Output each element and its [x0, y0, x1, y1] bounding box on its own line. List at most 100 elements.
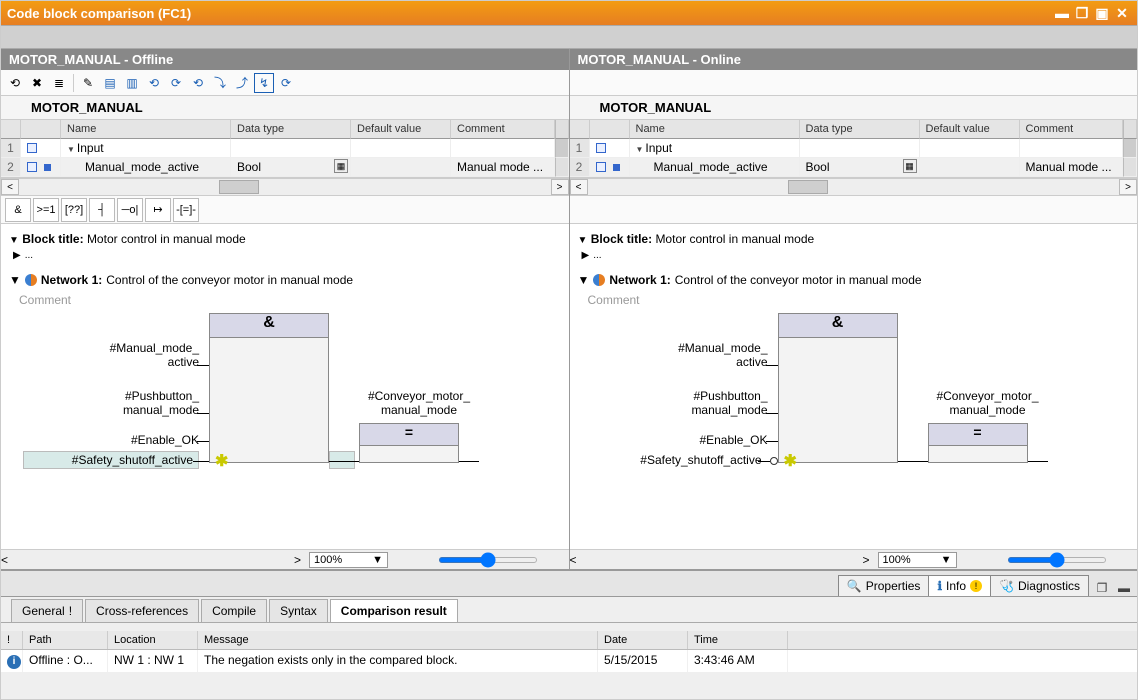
tb-btn-6[interactable]: ▥	[122, 73, 142, 93]
tb-btn-9[interactable]: ⟲	[188, 73, 208, 93]
split-view: MOTOR_MANUAL - Offline ⟲ ✖ ≣ ✎ ▤ ▥ ⟲ ⟳ ⟲…	[1, 49, 1137, 569]
col-location[interactable]: Location	[108, 631, 198, 649]
param-row-input-r[interactable]: 1 Input	[570, 139, 1138, 158]
col-type[interactable]: Data type	[231, 120, 351, 139]
tb-btn-1[interactable]: ⟲	[5, 73, 25, 93]
tb-btn-4[interactable]: ✎	[78, 73, 98, 93]
toolbar-strip	[1, 25, 1137, 49]
sub-tabs: General! Cross-references Compile Syntax…	[1, 597, 1137, 623]
tab-diagnostics[interactable]: 🩺Diagnostics	[990, 575, 1089, 596]
io-icon	[596, 162, 606, 172]
tb-btn-12[interactable]: ↯	[254, 73, 274, 93]
and-gate[interactable]: &	[778, 313, 898, 463]
right-diagram: & = #Manual_mode_ active #Pushbutton_ ma…	[578, 313, 1130, 493]
warn-badge-icon: !	[970, 580, 982, 592]
assign-block[interactable]: =	[359, 423, 459, 463]
diff-indicator-icon	[593, 274, 605, 286]
right-pane: MOTOR_MANUAL - Online MOTOR_MANUAL Name …	[570, 49, 1138, 569]
tb-btn-13[interactable]: ⟳	[276, 73, 296, 93]
and-gate[interactable]: &	[209, 313, 329, 463]
right-zoom-bar: <> 100%▼	[570, 549, 1138, 569]
subtab-syntax[interactable]: Syntax	[269, 599, 328, 622]
left-zoom-bar: <> 100%▼	[1, 549, 569, 569]
left-toolbar: ⟲ ✖ ≣ ✎ ▤ ▥ ⟲ ⟳ ⟲ ⤵ ⤴ ↯ ⟳	[1, 70, 569, 96]
diff-indicator-icon	[25, 274, 37, 286]
type-picker-button[interactable]: ▦	[903, 159, 917, 173]
tb-btn-2[interactable]: ✖	[27, 73, 47, 93]
subtab-general[interactable]: General!	[11, 599, 83, 622]
negation-icon	[770, 457, 778, 465]
expand-dots[interactable]: ▶...	[9, 248, 561, 263]
right-toolbar	[570, 70, 1138, 96]
lt-and[interactable]: &	[5, 198, 31, 222]
right-param-table: Name Data type Default value Comment 1 I…	[570, 120, 1138, 178]
col-date[interactable]: Date	[598, 631, 688, 649]
tb-btn-8[interactable]: ⟳	[166, 73, 186, 93]
type-picker-button[interactable]: ▦	[334, 159, 348, 173]
col-default[interactable]: Default value	[351, 120, 451, 139]
panel-restore-button[interactable]: ❐	[1093, 580, 1111, 596]
lt-or[interactable]: >=1	[33, 198, 59, 222]
io-sub-icon	[613, 164, 620, 171]
param-row-manual[interactable]: 2 Manual_mode_active Bool▦ Manual mode .…	[1, 158, 569, 177]
tab-properties[interactable]: 🔍Properties	[838, 575, 930, 596]
io-sub-icon	[44, 164, 51, 171]
left-canvas-hscroll[interactable]: <>	[1, 553, 301, 567]
right-canvas[interactable]: ▼ Block title: Motor control in manual m…	[570, 224, 1138, 549]
zoom-slider[interactable]	[438, 557, 538, 563]
col-message[interactable]: Message	[198, 631, 598, 649]
comment-field[interactable]: Comment	[9, 291, 561, 309]
lt-empty[interactable]: [??]	[61, 198, 87, 222]
io-icon	[27, 162, 37, 172]
assign-block[interactable]: =	[928, 423, 1028, 463]
minimize-button[interactable]: ▬	[1053, 5, 1071, 21]
left-param-table: Name Data type Default value Comment 1 I…	[1, 120, 569, 178]
info-icon: i	[7, 655, 21, 669]
expand-dots[interactable]: ▶...	[578, 248, 1130, 263]
comment-field[interactable]: Comment	[578, 291, 1130, 309]
tb-btn-5[interactable]: ▤	[100, 73, 120, 93]
subtab-compile[interactable]: Compile	[201, 599, 267, 622]
close-button[interactable]: ✕	[1113, 5, 1131, 21]
col-name[interactable]: Name	[61, 120, 231, 139]
subtab-result[interactable]: Comparison result	[330, 599, 458, 622]
tb-btn-10[interactable]: ⤵	[210, 73, 230, 93]
right-pane-title: MOTOR_MANUAL - Online	[570, 49, 1138, 70]
zoom-select[interactable]: 100%▼	[878, 552, 957, 568]
param-row-input[interactable]: 1 Input	[1, 139, 569, 158]
param-row-manual-r[interactable]: 2 Manual_mode_active Bool▦ Manual mode .…	[570, 158, 1138, 177]
warn-badge-icon: !	[69, 604, 72, 618]
left-diagram: & = #Manual_mode_ active #Pushbutton_ ma…	[9, 313, 561, 493]
tb-btn-3[interactable]: ≣	[49, 73, 69, 93]
left-canvas[interactable]: ▼ Block title: Motor control in manual m…	[1, 224, 569, 549]
tab-info[interactable]: ℹInfo!	[928, 575, 991, 596]
subtab-xref[interactable]: Cross-references	[85, 599, 199, 622]
tb-btn-7[interactable]: ⟲	[144, 73, 164, 93]
lt-neg[interactable]: ─o|	[117, 198, 143, 222]
right-table-hscroll[interactable]: <>	[570, 178, 1138, 196]
lt-assign[interactable]: -[=]-	[173, 198, 199, 222]
restore-button[interactable]: ❐	[1073, 5, 1091, 21]
col-comment[interactable]: Comment	[451, 120, 555, 139]
right-canvas-hscroll[interactable]: <>	[570, 553, 870, 567]
left-block-name: MOTOR_MANUAL	[1, 96, 569, 120]
maximize-button[interactable]: ▣	[1093, 5, 1111, 21]
zoom-select[interactable]: 100%▼	[309, 552, 388, 568]
col-path[interactable]: Path	[23, 631, 108, 649]
zoom-slider[interactable]	[1007, 557, 1107, 563]
inspector-panel: 🔍Properties ℹInfo! 🩺Diagnostics ❐ ▬ Gene…	[1, 569, 1137, 699]
diff-star-icon: ✱	[215, 451, 228, 471]
lt-branch[interactable]: ↦	[145, 198, 171, 222]
panel-collapse-button[interactable]: ▬	[1115, 580, 1133, 596]
result-row[interactable]: i Offline : O... NW 1 : NW 1 The negatio…	[1, 650, 1137, 672]
io-group-icon	[596, 143, 606, 153]
result-header: ! Path Location Message Date Time	[1, 631, 1137, 650]
col-icon[interactable]: !	[1, 631, 23, 649]
lt-open[interactable]: ┤	[89, 198, 115, 222]
col-time[interactable]: Time	[688, 631, 788, 649]
diff-star-icon: ✱	[784, 451, 797, 471]
left-pane-title: MOTOR_MANUAL - Offline	[1, 49, 569, 70]
tb-btn-11[interactable]: ⤴	[232, 73, 252, 93]
left-table-hscroll[interactable]: <>	[1, 178, 569, 196]
left-pane: MOTOR_MANUAL - Offline ⟲ ✖ ≣ ✎ ▤ ▥ ⟲ ⟳ ⟲…	[1, 49, 570, 569]
